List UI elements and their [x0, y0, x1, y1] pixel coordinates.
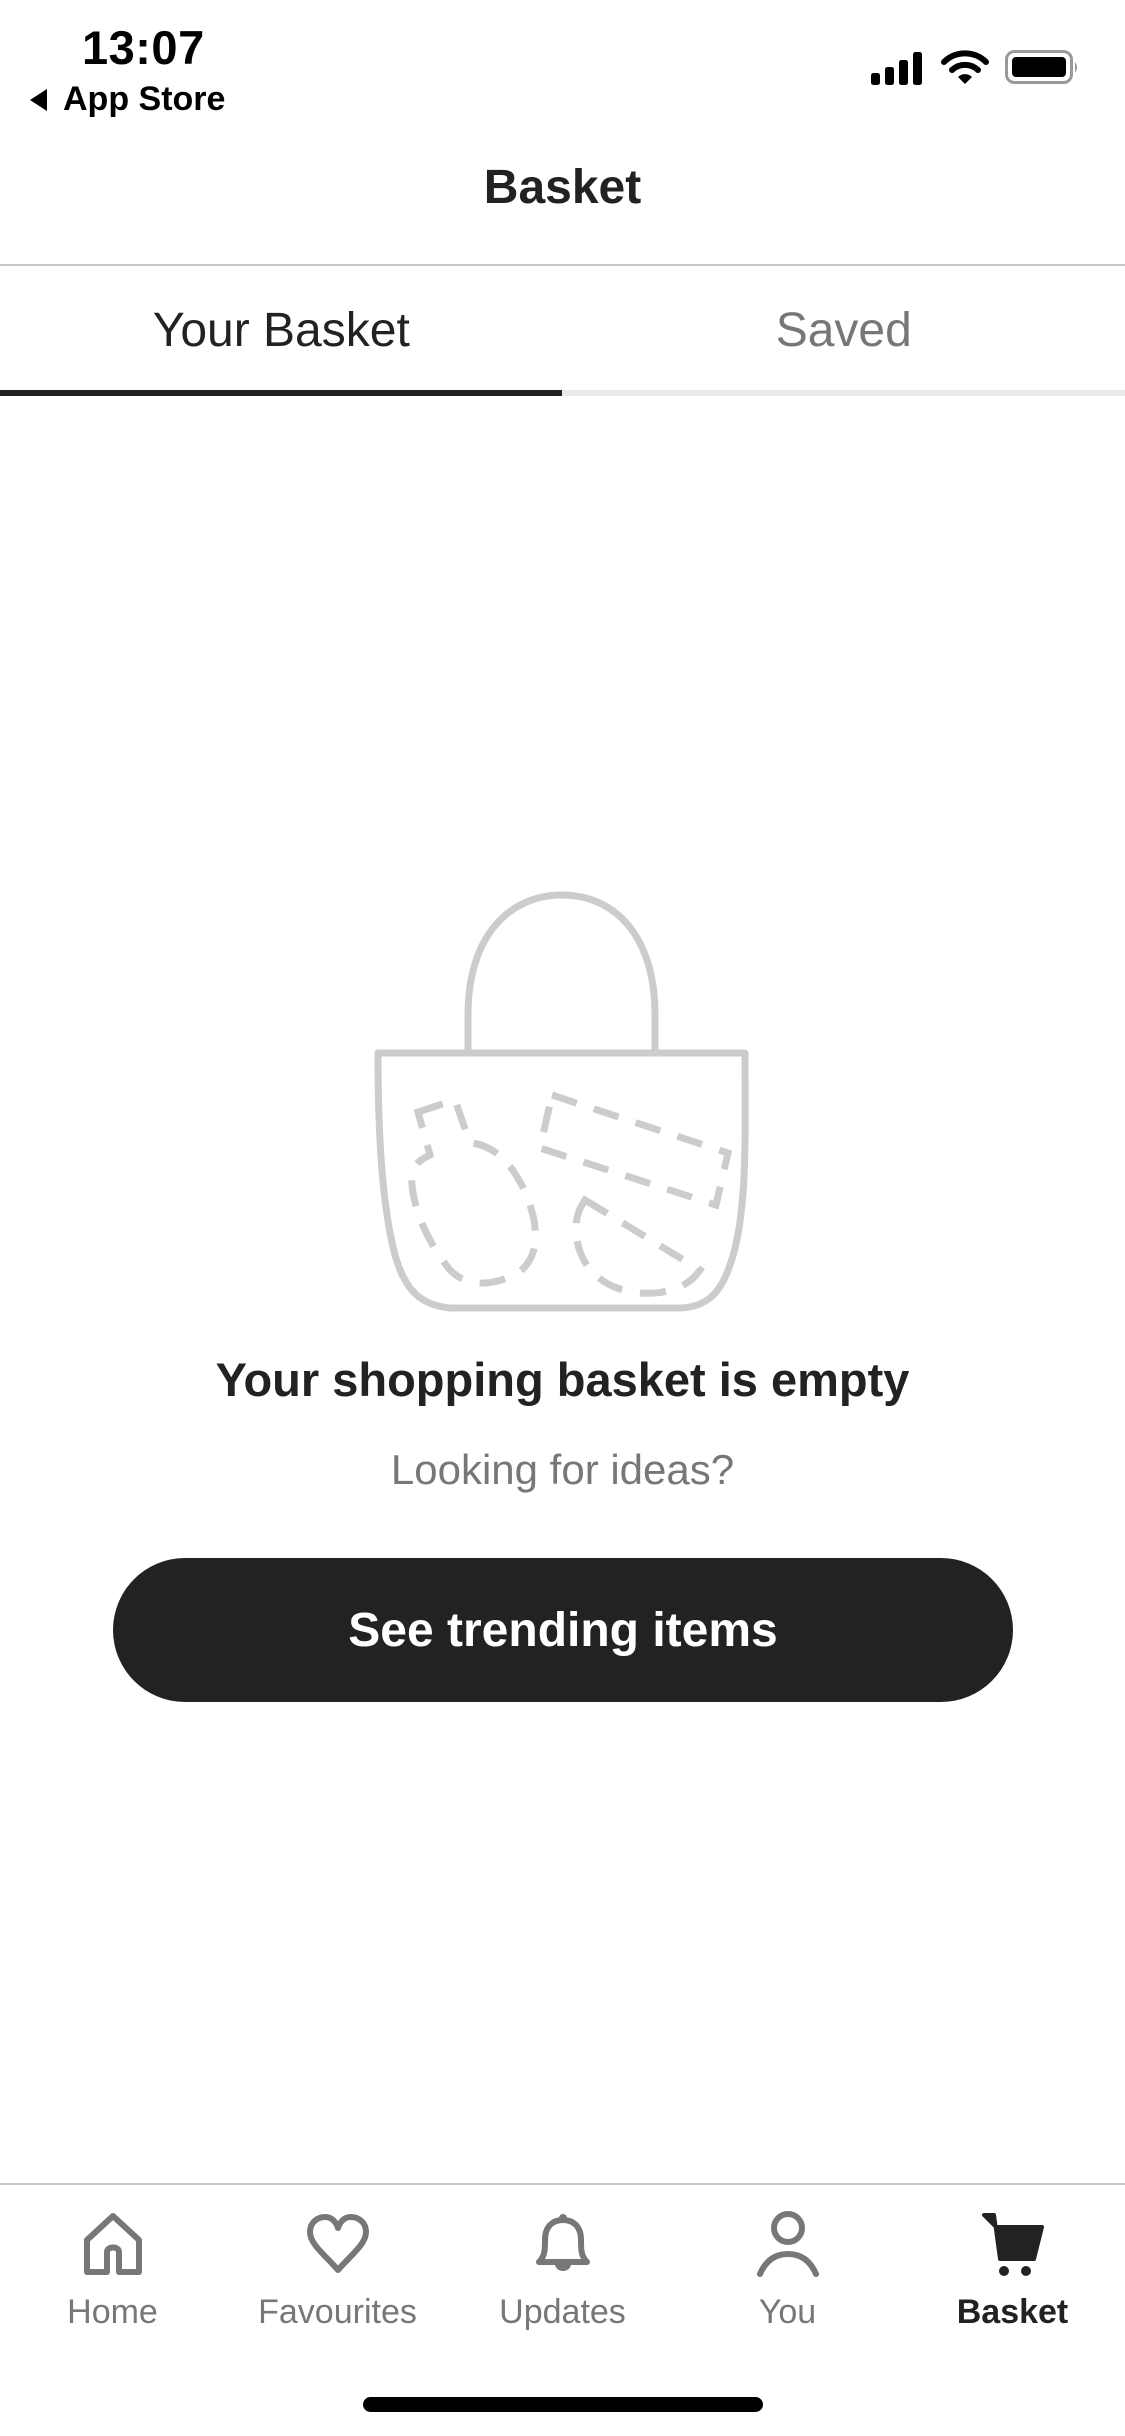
- tabbar-item-home[interactable]: Home: [0, 2185, 225, 2335]
- status-bar: 13:07 App Store: [0, 0, 1125, 130]
- dashed-item-rectangle: [535, 1090, 733, 1210]
- tab-your-basket[interactable]: Your Basket: [0, 266, 563, 394]
- bottom-tab-bar: Home Favourites Updates You Basket: [0, 2185, 1125, 2335]
- tabbar-label-you: You: [758, 2293, 817, 2331]
- battery-icon: [1005, 50, 1077, 84]
- home-icon: [83, 2213, 142, 2275]
- empty-state-subtitle: Looking for ideas?: [390, 1446, 735, 1493]
- basket-handle: [464, 891, 659, 1057]
- person-icon: [756, 2211, 819, 2277]
- basket-body: [374, 1049, 749, 1312]
- segment-tabs: Your Basket Saved: [0, 266, 1125, 396]
- tabbar-item-basket[interactable]: Basket: [900, 2185, 1125, 2335]
- tabbar-label-favourites: Favourites: [258, 2293, 417, 2331]
- tab-saved[interactable]: Saved: [563, 266, 1125, 394]
- back-triangle-icon: [30, 88, 47, 111]
- status-time: 13:07: [82, 21, 205, 74]
- wifi-icon: [941, 50, 989, 84]
- page-title: Basket: [483, 161, 642, 214]
- tabbar-item-you[interactable]: You: [675, 2185, 900, 2335]
- dashed-item-bottle: [408, 1095, 539, 1287]
- tabbar-item-updates[interactable]: Updates: [450, 2185, 675, 2335]
- tabbar-label-home: Home: [67, 2293, 158, 2331]
- tabbar-label-basket: Basket: [956, 2293, 1069, 2331]
- empty-basket-illustration: [374, 891, 749, 1312]
- dashed-item-wedge: [572, 1195, 705, 1297]
- home-indicator[interactable]: [363, 2397, 763, 2412]
- empty-state-title: Your shopping basket is empty: [215, 1353, 910, 1406]
- heart-icon: [306, 2214, 369, 2273]
- status-icons: [871, 50, 1081, 86]
- back-to-app-store-button[interactable]: App Store: [30, 80, 225, 119]
- cart-icon: [981, 2213, 1044, 2276]
- see-trending-items-button[interactable]: See trending items: [113, 1558, 1013, 1702]
- tabbar-item-favourites[interactable]: Favourites: [225, 2185, 450, 2335]
- back-app-label: App Store: [63, 80, 226, 118]
- tabbar-label-updates: Updates: [499, 2293, 626, 2331]
- cellular-signal-icon: [871, 52, 922, 85]
- tab-active-indicator: [0, 390, 562, 396]
- bell-icon: [535, 2214, 590, 2271]
